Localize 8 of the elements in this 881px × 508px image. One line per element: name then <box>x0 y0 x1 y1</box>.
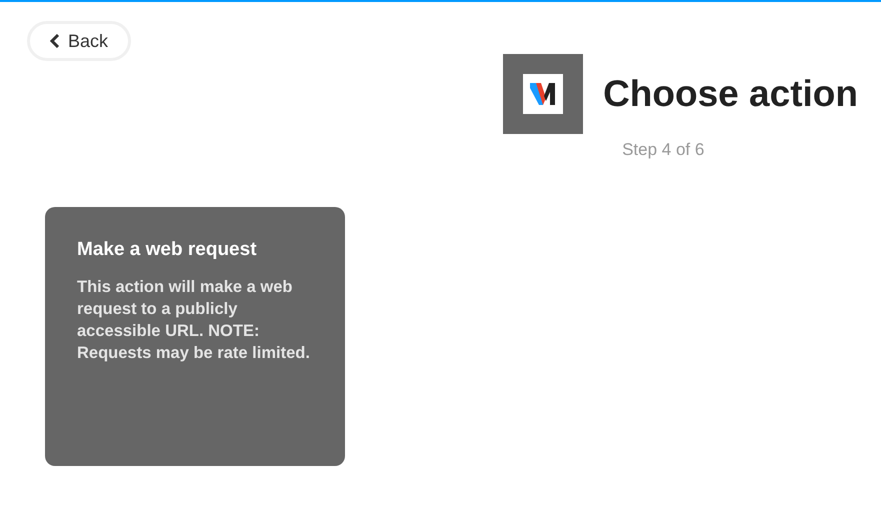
chevron-left-icon <box>50 34 60 48</box>
action-card[interactable]: Make a web request This action will make a web request to a publicly accessible URL. NOTE: Requests may be rate limited. <box>45 206 345 466</box>
back-button[interactable]: Back <box>27 21 132 61</box>
step-indicator: Step 4 of 6 <box>622 139 706 161</box>
action-description: This action will make a web request to a publicly accessible URL. NOTE: Requests may be rate limited. <box>77 276 311 364</box>
m-logo-icon <box>523 74 564 114</box>
action-title: Make a web request <box>77 238 258 262</box>
page-title: Choose action <box>603 72 858 116</box>
